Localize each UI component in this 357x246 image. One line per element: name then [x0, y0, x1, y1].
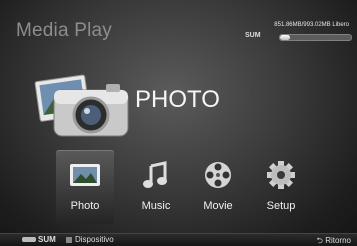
photo-camera-icon — [34, 74, 129, 137]
footer-back[interactable]: ⮌ Ritorno — [317, 235, 351, 246]
hero-label: PHOTO — [135, 86, 220, 113]
menu-item-label: Music — [141, 200, 171, 212]
menu-item-setup[interactable]: Setup — [253, 160, 309, 212]
footer-source-label: Dispositivo — [75, 235, 114, 244]
footer-back-label: Ritorno — [325, 236, 351, 245]
device-label: SUM — [245, 32, 261, 39]
gear-icon — [267, 161, 295, 189]
menu-item-label: Setup — [266, 200, 296, 212]
media-play-screen: Media Play 851.86MB/993.02MB Libero SUM … — [0, 0, 357, 246]
storage-bar — [279, 34, 352, 41]
storage-bar-fill — [280, 35, 290, 40]
square-button-icon — [66, 236, 72, 243]
photo-icon — [70, 164, 100, 186]
film-reel-icon — [205, 162, 231, 188]
footer-bar: SUM Dispositivo ⮌ Ritorno — [0, 233, 357, 246]
storage-info: 851.86MB/993.02MB Libero — [274, 22, 349, 28]
menu-item-label: Photo — [70, 200, 100, 212]
menu-item-label: Movie — [203, 200, 233, 212]
footer-device-label: SUM — [38, 235, 56, 244]
menu-item-music[interactable]: Music — [128, 160, 184, 212]
music-note-icon — [143, 161, 167, 188]
menu-item-movie[interactable]: Movie — [190, 160, 246, 212]
return-arrow-icon: ⮌ — [316, 236, 323, 245]
footer-source[interactable]: Dispositivo — [66, 235, 114, 244]
usb-drive-icon — [22, 237, 36, 243]
footer-device[interactable]: SUM — [22, 235, 56, 244]
menu-item-photo[interactable]: Photo — [57, 160, 113, 212]
app-title: Media Play — [16, 20, 112, 41]
